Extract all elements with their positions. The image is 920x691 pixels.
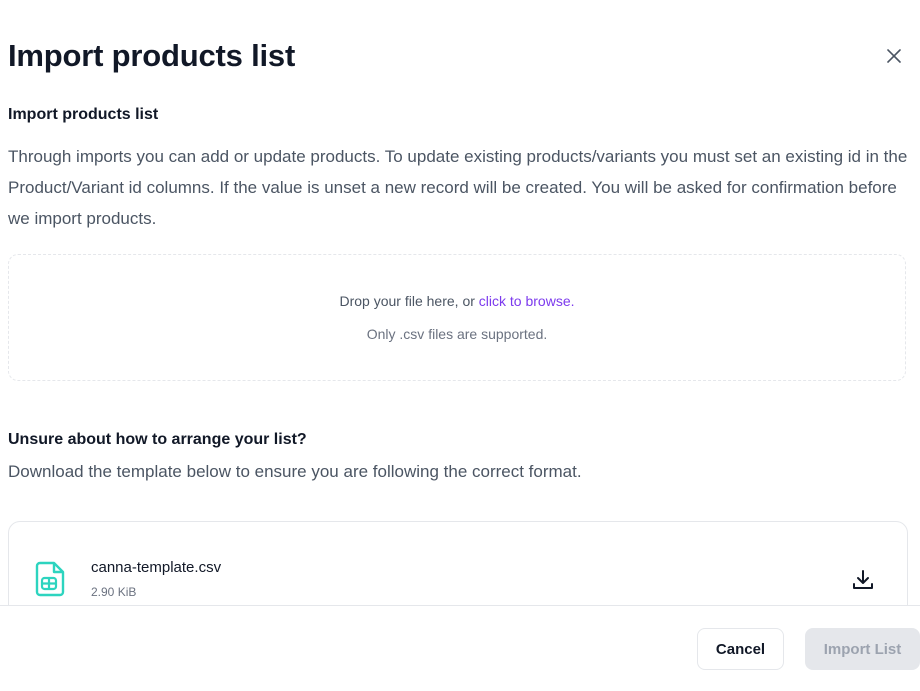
cancel-button[interactable]: Cancel — [697, 628, 784, 670]
template-section-description: Download the template below to ensure yo… — [8, 462, 582, 481]
file-dropzone[interactable]: Drop your file here, or click to browse.… — [8, 254, 906, 381]
dropzone-prompt: Drop your file here, or click to browse. — [9, 293, 905, 309]
template-file-size: 2.90 KiB — [91, 585, 137, 599]
import-list-button[interactable]: Import List — [805, 628, 920, 670]
template-file-name: canna-template.csv — [91, 559, 222, 576]
download-template-button[interactable] — [849, 566, 877, 594]
modal-title: Import products list — [8, 38, 296, 73]
dropzone-prompt-text: Drop your file here, or — [339, 293, 479, 309]
spreadsheet-file-icon — [35, 561, 65, 597]
browse-link[interactable]: click to browse. — [479, 293, 575, 309]
import-description: Through imports you can add or update pr… — [8, 147, 908, 228]
close-icon — [887, 49, 901, 63]
supported-files-note: Only .csv files are supported. — [366, 326, 548, 342]
download-icon — [853, 570, 873, 589]
modal-footer: Cancel Import List — [0, 605, 920, 691]
import-products-modal: Import products list Import products lis… — [0, 0, 920, 691]
import-section-heading: Import products list — [8, 106, 159, 123]
template-section-heading: Unsure about how to arrange your list? — [8, 431, 307, 448]
close-button[interactable] — [882, 44, 906, 68]
